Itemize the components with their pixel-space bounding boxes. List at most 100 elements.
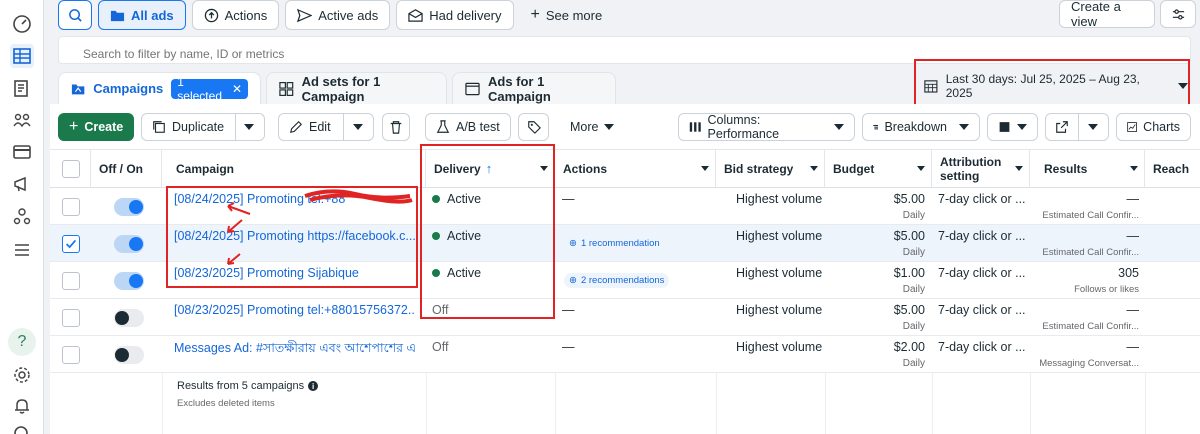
- create-button[interactable]: + Create: [58, 113, 134, 141]
- export-button[interactable]: [1046, 120, 1078, 134]
- header-bid-strategy[interactable]: Bid strategy: [716, 150, 825, 188]
- row-checkbox[interactable]: [62, 198, 80, 216]
- delete-button[interactable]: [382, 113, 410, 141]
- table-row[interactable]: [08/23/2025] Promoting tel:+88015756372.…: [50, 299, 1200, 336]
- megaphone-icon[interactable]: [10, 172, 34, 196]
- row-checkbox[interactable]: [62, 272, 80, 290]
- date-range-picker[interactable]: Last 30 days: Jul 25, 2025 – Aug 23, 202…: [924, 72, 1188, 100]
- selected-count-badge[interactable]: 1 selected ✕: [171, 75, 248, 103]
- campaign-name-link[interactable]: [08/23/2025] Promoting tel:+88015756372.…: [174, 303, 416, 317]
- bid-strategy-value: Highest volume: [736, 303, 823, 317]
- view-filters-bar: All ads Actions Active ads Had delivery …: [58, 0, 613, 30]
- select-all-checkbox[interactable]: [62, 160, 80, 178]
- budget-value[interactable]: $2.00: [830, 340, 925, 354]
- ab-test-button[interactable]: A/B test: [425, 113, 511, 141]
- info-icon[interactable]: i: [308, 381, 319, 391]
- actions-label: Actions: [224, 7, 268, 23]
- view-settings-button[interactable]: [1160, 0, 1196, 28]
- campaign-toggle[interactable]: [114, 346, 144, 364]
- table-toolbar: + Create Duplicate Edit A/B test More Co…: [50, 104, 1200, 150]
- header-actions[interactable]: Actions: [555, 150, 716, 188]
- campaign-toggle[interactable]: [114, 309, 144, 327]
- ad-icon: [465, 82, 480, 95]
- divider: [235, 114, 236, 140]
- tag-button[interactable]: [518, 113, 549, 141]
- header-off-on-label: Off / On: [99, 161, 143, 176]
- duplicate-button[interactable]: Duplicate: [142, 120, 235, 134]
- had-delivery-view-button[interactable]: Had delivery: [396, 0, 514, 30]
- edit-menu-chevron-icon[interactable]: [353, 124, 363, 130]
- divider: [555, 373, 556, 434]
- charts-button[interactable]: Charts: [1116, 113, 1191, 141]
- reports-button[interactable]: [987, 113, 1038, 141]
- bid-strategy-value: Highest volume: [736, 266, 823, 280]
- header-campaign-label: Campaign: [176, 161, 235, 176]
- ab-test-label: A/B test: [456, 120, 500, 134]
- tab-campaigns-label: Campaigns: [93, 81, 164, 96]
- close-icon[interactable]: ✕: [232, 82, 242, 96]
- chevron-down-icon: [701, 166, 709, 171]
- breakdown-button[interactable]: Breakdown: [862, 113, 980, 141]
- divider: [343, 114, 344, 140]
- campaign-toggle[interactable]: [114, 198, 144, 216]
- tab-ads[interactable]: Ads for 1 Campaign: [452, 72, 616, 104]
- all-ads-label: All ads: [131, 7, 174, 23]
- help-question-icon[interactable]: ?: [8, 328, 36, 356]
- row-checkbox[interactable]: [62, 346, 80, 364]
- budget-value[interactable]: $5.00: [830, 303, 925, 317]
- breakdown-icon: [873, 124, 879, 130]
- campaign-name-link[interactable]: Messages Ad: #সাতক্ষীরায় এবং আশেপাশের এ…: [174, 340, 416, 360]
- billing-card-icon[interactable]: [10, 140, 34, 164]
- search-toggle-button[interactable]: [58, 0, 92, 30]
- more-button[interactable]: More: [560, 113, 624, 141]
- attribution-value: 7-day click or ...: [938, 266, 1026, 280]
- header-results-label: Results: [1044, 161, 1088, 176]
- results-summary: Results from 5 campaigns i: [177, 380, 319, 392]
- budget-value[interactable]: $5.00: [830, 192, 925, 206]
- audiences-icon[interactable]: [10, 108, 34, 132]
- create-label: Create: [84, 120, 124, 134]
- header-reach[interactable]: Reach: [1145, 150, 1200, 188]
- duplicate-label: Duplicate: [172, 120, 225, 134]
- header-budget[interactable]: Budget: [825, 150, 932, 188]
- all-ads-view-button[interactable]: All ads: [98, 0, 186, 30]
- business-tools-icon[interactable]: [10, 204, 34, 228]
- columns-button[interactable]: Columns: Performance: [678, 113, 855, 141]
- notifications-bell-icon[interactable]: [10, 394, 34, 418]
- active-ads-view-button[interactable]: Active ads: [285, 0, 391, 30]
- see-more-views-button[interactable]: + See more: [520, 0, 614, 30]
- divider: [932, 373, 933, 434]
- tab-campaigns[interactable]: Campaigns 1 selected ✕: [58, 72, 261, 104]
- bid-strategy-value: Highest volume: [736, 229, 823, 243]
- edit-button[interactable]: Edit: [279, 120, 343, 134]
- header-attribution[interactable]: Attribution setting: [932, 150, 1030, 188]
- row-checkbox[interactable]: [62, 309, 80, 327]
- recommendation-badge[interactable]: ⊕ 2 recommendations: [564, 273, 670, 288]
- actions-view-button[interactable]: Actions: [191, 0, 280, 30]
- budget-value[interactable]: $1.00: [830, 266, 925, 280]
- actions-value: —: [562, 192, 575, 206]
- delivery-status: Off: [432, 340, 448, 354]
- left-nav-rail: ?: [0, 0, 44, 434]
- menu-hamburger-icon[interactable]: [10, 238, 34, 262]
- dashboard-gauge-icon[interactable]: [10, 12, 34, 36]
- create-view-button[interactable]: Create a view: [1059, 0, 1155, 29]
- search-icon[interactable]: [10, 422, 34, 434]
- duplicate-menu-chevron-icon[interactable]: [244, 124, 254, 130]
- export-menu-chevron-icon[interactable]: [1088, 124, 1098, 130]
- header-results[interactable]: Results: [1030, 150, 1145, 188]
- table-row[interactable]: Messages Ad: #সাতক্ষীরায় এবং আশেপাশের এ…: [50, 336, 1200, 373]
- settings-gear-icon[interactable]: [10, 363, 34, 387]
- header-campaign[interactable]: Campaign: [162, 150, 426, 188]
- chevron-down-icon: [834, 124, 844, 130]
- tab-ad-sets[interactable]: Ad sets for 1 Campaign: [266, 72, 447, 104]
- recommendation-label: 2 recommendations: [580, 275, 665, 286]
- campaigns-table-icon[interactable]: [10, 44, 34, 68]
- reports-icon[interactable]: [10, 76, 34, 100]
- budget-value[interactable]: $5.00: [830, 229, 925, 243]
- header-off-on[interactable]: Off / On: [91, 150, 162, 188]
- campaign-toggle[interactable]: [114, 235, 144, 253]
- campaign-toggle[interactable]: [114, 272, 144, 290]
- recommendation-badge[interactable]: ⊕ 1 recommendation: [564, 236, 665, 251]
- row-checkbox[interactable]: [62, 235, 80, 253]
